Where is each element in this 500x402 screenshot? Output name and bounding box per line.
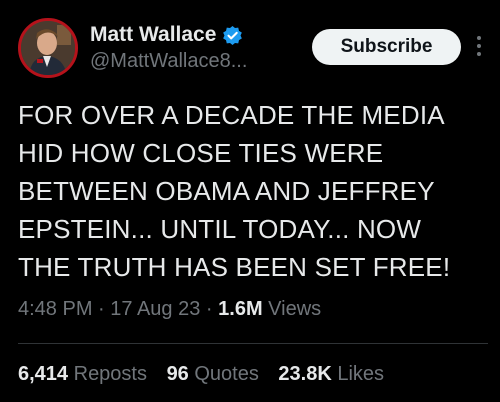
avatar[interactable]: [18, 18, 78, 78]
divider: [18, 343, 488, 344]
avatar-image: [21, 21, 75, 75]
likes-stat[interactable]: 23.8K Likes: [278, 363, 384, 386]
likes-count: 23.8K: [278, 363, 332, 385]
reposts-count: 6,414: [18, 363, 69, 385]
author-info: Matt Wallace @MattWallace8...: [90, 22, 310, 73]
meta-separator: ·: [92, 298, 111, 320]
tweet-time[interactable]: 4:48 PM: [18, 298, 92, 320]
display-name-row: Matt Wallace: [90, 22, 310, 48]
engagement-stats: 6,414 Reposts 96 Quotes 23.8K Likes: [18, 363, 488, 386]
tweet-text: FOR OVER A DECADE THE MEDIA HID HOW CLOS…: [18, 100, 451, 282]
subscribe-button[interactable]: Subscribe: [312, 29, 461, 65]
likes-label: Likes: [331, 363, 385, 385]
tweet-card: Matt Wallace @MattWallace8... Subscribe …: [0, 0, 500, 402]
verified-badge-icon[interactable]: [222, 25, 243, 46]
more-vertical-icon[interactable]: [473, 36, 485, 58]
reposts-stat[interactable]: 6,414 Reposts: [18, 363, 147, 386]
views-label: Views: [262, 298, 322, 320]
tweet-meta: 4:48 PM · 17 Aug 23 · 1.6M Views: [18, 298, 488, 321]
quotes-stat[interactable]: 96 Quotes: [167, 363, 259, 386]
tweet-date[interactable]: 17 Aug 23: [110, 298, 200, 320]
meta-separator: ·: [200, 298, 219, 320]
tweet-header: Matt Wallace @MattWallace8... Subscribe: [18, 18, 488, 80]
views-count: 1.6M: [218, 298, 263, 320]
quotes-label: Quotes: [188, 363, 259, 385]
author-handle[interactable]: @MattWallace8...: [90, 50, 310, 73]
reposts-label: Reposts: [68, 363, 147, 385]
display-name[interactable]: Matt Wallace: [90, 23, 216, 47]
quotes-count: 96: [166, 363, 189, 385]
